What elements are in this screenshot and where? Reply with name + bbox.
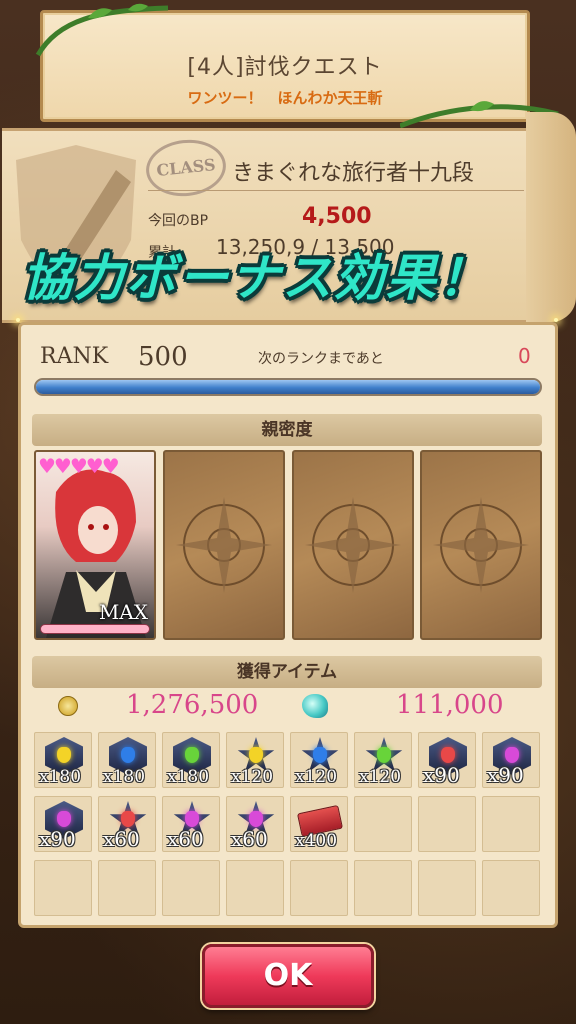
compass-emblem-icon <box>176 497 272 593</box>
compass-emblem-icon <box>305 497 401 593</box>
next-rank-label: 次のランクまであと <box>258 351 384 367</box>
rank-row: RANK 500 次のランクまであと 0 <box>18 338 558 378</box>
empty-item-slot <box>418 796 476 852</box>
rank-label: RANK <box>40 344 109 369</box>
item-slot[interactable]: x400 <box>290 796 348 852</box>
spirit-icon <box>302 694 328 718</box>
crystal-core <box>377 747 391 763</box>
empty-item-slot <box>162 860 220 916</box>
affinity-bar <box>40 624 150 634</box>
spirit-value: 111,000 <box>396 690 504 720</box>
crystal-core <box>249 811 263 827</box>
coin-value: 1,276,500 <box>126 690 259 720</box>
crystal-core <box>313 747 327 763</box>
rank-progress-bar <box>34 378 542 396</box>
item-slot[interactable]: x60 <box>98 796 156 852</box>
rank-progress-fill <box>36 380 540 394</box>
item-quantity: x120 <box>359 767 402 787</box>
item-slot[interactable]: x90 <box>418 732 476 788</box>
character-card[interactable]: ♥♥♥♥♥ MAX <box>34 450 156 640</box>
crystal-core <box>441 747 455 763</box>
empty-item-slot <box>226 860 284 916</box>
empty-item-slot <box>34 860 92 916</box>
empty-item-slot <box>354 860 412 916</box>
item-quantity: x90 <box>423 763 460 787</box>
empty-card-slot <box>420 450 542 640</box>
affinity-header: 親密度 <box>32 414 542 446</box>
max-label: MAX <box>98 600 148 624</box>
item-quantity: x120 <box>231 767 274 787</box>
affinity-hearts: ♥♥♥♥♥ <box>38 454 120 478</box>
crystal-core <box>185 811 199 827</box>
empty-card-slot <box>292 450 414 640</box>
sparkle <box>16 318 20 322</box>
item-quantity: x180 <box>39 767 82 787</box>
ok-button[interactable]: OK <box>202 944 374 1008</box>
crystal-core <box>505 747 519 763</box>
item-slot[interactable]: x180 <box>98 732 156 788</box>
currency-row: 1,276,500 111,000 <box>34 690 542 724</box>
crystal-core <box>57 811 71 827</box>
item-slot[interactable]: x180 <box>162 732 220 788</box>
affinity-cards: ♥♥♥♥♥ MAX <box>34 450 542 640</box>
item-quantity: x60 <box>231 827 268 851</box>
item-quantity: x60 <box>167 827 204 851</box>
coin-icon <box>58 696 78 716</box>
empty-item-slot <box>98 860 156 916</box>
bp-label: 今回のBP <box>148 213 209 229</box>
empty-item-slot <box>290 860 348 916</box>
vine-decoration-left <box>35 3 169 57</box>
crystal-core <box>121 811 135 827</box>
item-slot[interactable]: x60 <box>226 796 284 852</box>
next-rank-value: 0 <box>518 344 531 368</box>
item-slot[interactable]: x90 <box>34 796 92 852</box>
crystal-core <box>121 747 135 763</box>
divider <box>148 190 524 191</box>
compass-emblem-icon <box>433 497 529 593</box>
item-quantity: x90 <box>39 827 76 851</box>
item-quantity: x180 <box>167 767 210 787</box>
crystal-core <box>249 747 263 763</box>
sparkle <box>554 318 558 322</box>
empty-card-slot <box>163 450 285 640</box>
rank-value: 500 <box>138 342 188 372</box>
crystal-core <box>185 747 199 763</box>
item-quantity: x180 <box>103 767 146 787</box>
item-slot[interactable]: x60 <box>162 796 220 852</box>
bp-value: 4,500 <box>302 204 372 229</box>
coop-bonus-banner: 協力ボーナス効果！ <box>22 249 490 307</box>
item-slot[interactable]: x120 <box>226 732 284 788</box>
item-slot[interactable]: x180 <box>34 732 92 788</box>
item-slot[interactable]: x120 <box>354 732 412 788</box>
item-quantity: x60 <box>103 827 140 851</box>
item-slot[interactable]: x120 <box>290 732 348 788</box>
class-name: きまぐれな旅行者十九段 <box>232 161 475 186</box>
empty-item-slot <box>482 860 540 916</box>
empty-item-slot <box>418 860 476 916</box>
empty-item-slot <box>482 796 540 852</box>
item-quantity: x120 <box>295 767 338 787</box>
item-quantity: x400 <box>295 831 338 851</box>
items-header: 獲得アイテム <box>32 656 542 688</box>
crystal-core <box>57 747 71 763</box>
item-quantity: x90 <box>487 763 524 787</box>
item-slot[interactable]: x90 <box>482 732 540 788</box>
empty-item-slot <box>354 796 412 852</box>
